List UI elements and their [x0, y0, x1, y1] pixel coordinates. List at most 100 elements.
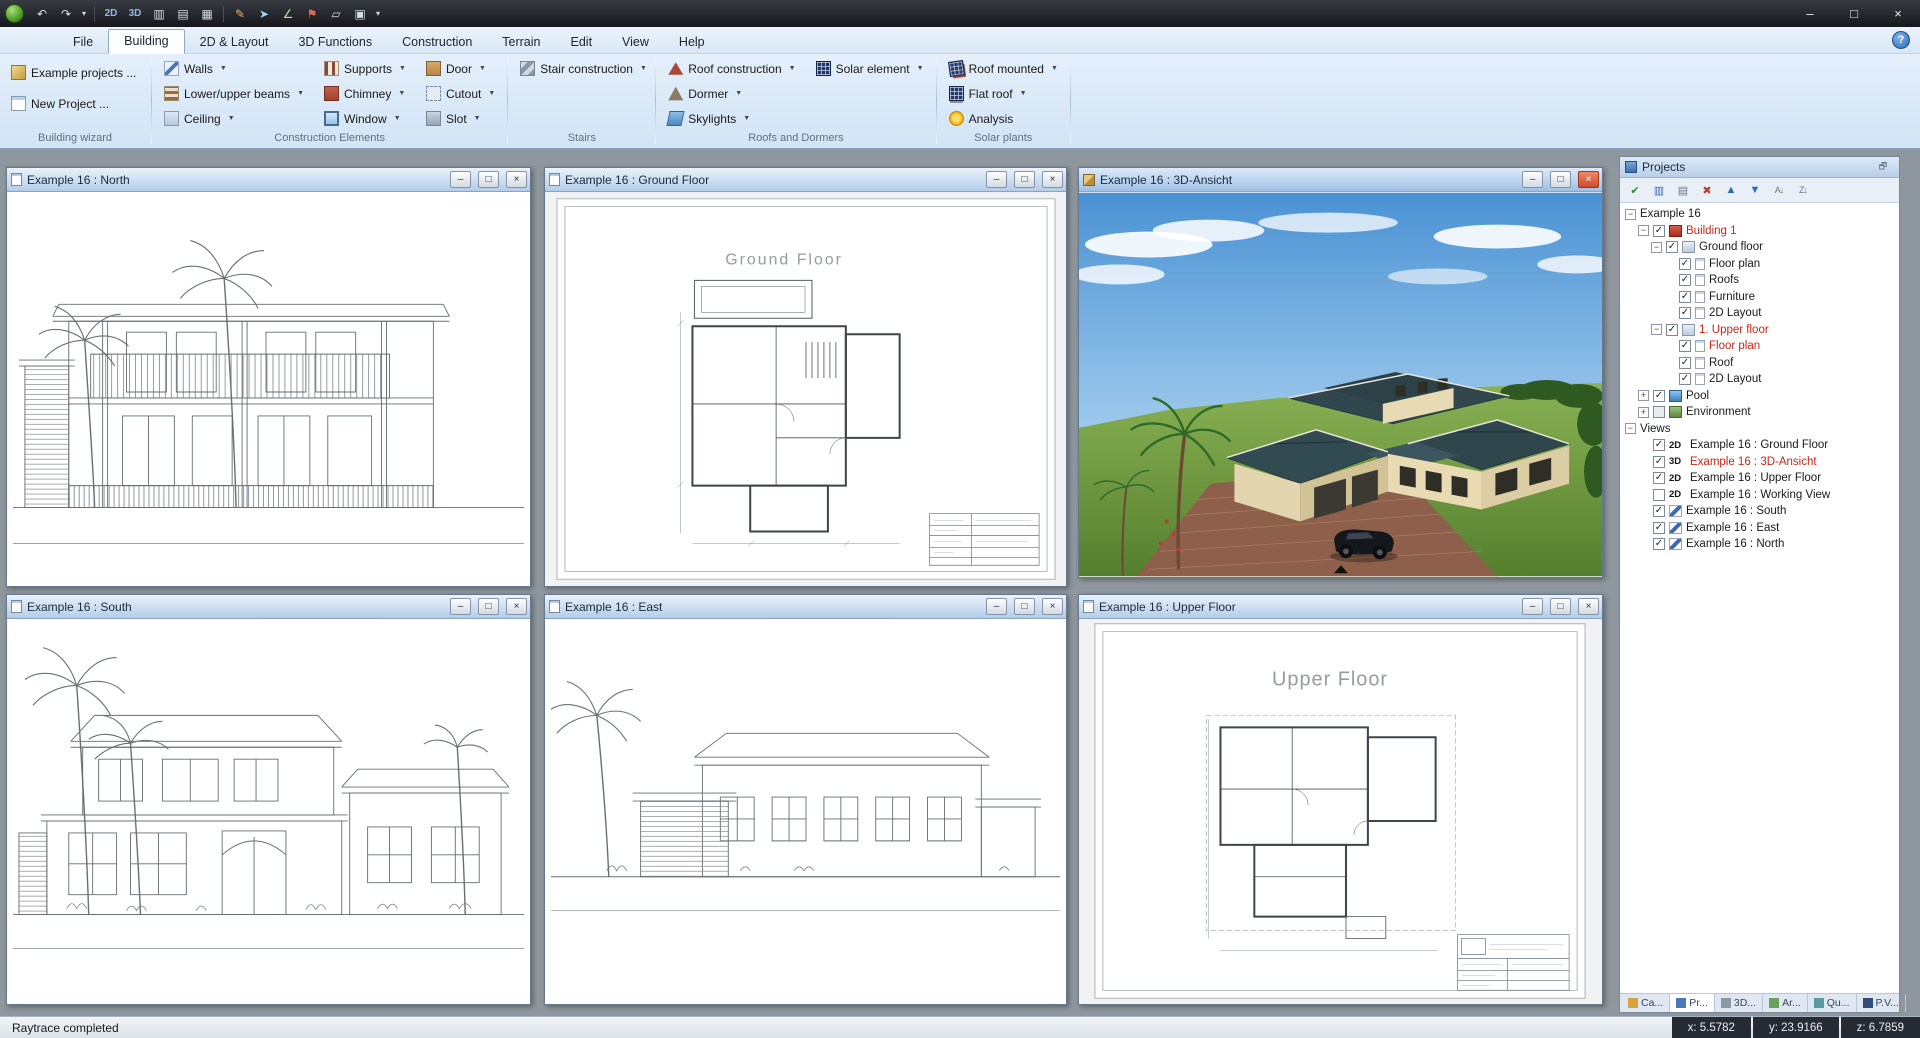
tile-vertical-icon[interactable]: ▤: [172, 3, 194, 24]
view-2d-icon[interactable]: 2D: [100, 3, 122, 24]
tab-3d-functions[interactable]: 3D Functions: [283, 31, 387, 54]
restore-button[interactable]: □: [1550, 598, 1571, 615]
restore-button[interactable]: □: [1550, 171, 1571, 188]
checkbox[interactable]: ✓: [1679, 274, 1691, 286]
collapse-icon[interactable]: −: [1638, 225, 1649, 236]
restore-button[interactable]: □: [1014, 598, 1035, 615]
tab-edit[interactable]: Edit: [556, 31, 608, 54]
tree-item-example16[interactable]: − Example 16: [1623, 206, 1899, 223]
restore-button[interactable]: □: [478, 598, 499, 615]
lower-upper-beams-button[interactable]: Lower/upper beams▼: [161, 83, 307, 104]
help-icon[interactable]: ?: [1892, 31, 1910, 49]
tab-construction[interactable]: Construction: [387, 31, 487, 54]
tab-3d[interactable]: 3D...: [1715, 994, 1763, 1012]
collapse-icon[interactable]: −: [1625, 209, 1636, 220]
checkbox[interactable]: ✓: [1653, 472, 1665, 484]
analysis-button[interactable]: Analysis: [946, 108, 1061, 129]
close-button[interactable]: ×: [1042, 171, 1063, 188]
tab-pv[interactable]: P.V...: [1857, 994, 1906, 1012]
checkbox[interactable]: ✓: [1679, 373, 1691, 385]
solar-element-button[interactable]: Solar element▼: [813, 58, 927, 79]
checkbox[interactable]: ✓: [1653, 505, 1665, 517]
minimize-button[interactable]: –: [1788, 0, 1832, 27]
close-button[interactable]: ×: [506, 598, 527, 615]
window-upper-floor-titlebar[interactable]: Example 16 : Upper Floor – □ ×: [1079, 595, 1602, 619]
close-button[interactable]: ×: [506, 171, 527, 188]
east-elevation-drawing[interactable]: [545, 619, 1066, 1004]
view-item-east[interactable]: ✓ Example 16 : East: [1623, 520, 1899, 537]
expand-icon[interactable]: +: [1638, 407, 1649, 418]
tab-help[interactable]: Help: [664, 31, 720, 54]
minimize-button[interactable]: –: [450, 171, 471, 188]
3d-viewport[interactable]: [1079, 192, 1602, 577]
projects-panel-header[interactable]: Projects 🗗: [1620, 157, 1899, 178]
maximize-button[interactable]: □: [1832, 0, 1876, 27]
tree-item-roof-upper[interactable]: ✓ Roof: [1623, 355, 1899, 372]
redo-icon[interactable]: ↷: [55, 3, 77, 24]
views-icon[interactable]: ▥: [1648, 180, 1670, 200]
pin-icon[interactable]: 🗗: [1872, 157, 1894, 177]
tree-item-upper-floor[interactable]: − ✓ 1. Upper floor: [1623, 322, 1899, 339]
tab-catalog[interactable]: Ca...: [1622, 994, 1670, 1012]
restore-button[interactable]: □: [478, 171, 499, 188]
tab-file[interactable]: File: [58, 31, 108, 54]
tree-item-building1[interactable]: − ✓ Building 1: [1623, 223, 1899, 240]
tree-item-floor-plan-upper[interactable]: ✓ Floor plan: [1623, 338, 1899, 355]
window-north-titlebar[interactable]: Example 16 : North – □ ×: [7, 168, 530, 192]
tree-item-2d-layout[interactable]: ✓ 2D Layout: [1623, 305, 1899, 322]
select-icon[interactable]: ➤: [253, 3, 275, 24]
folders-icon[interactable]: ▤: [1672, 180, 1694, 200]
window-south-titlebar[interactable]: Example 16 : South – □ ×: [7, 595, 530, 619]
roof-construction-button[interactable]: Roof construction▼: [665, 58, 798, 79]
view-item-working-view[interactable]: ✓ 2D Example 16 : Working View: [1623, 487, 1899, 504]
sort-desc-icon[interactable]: Z↓: [1792, 180, 1814, 200]
pen-icon[interactable]: ✎: [229, 3, 251, 24]
new-project-button[interactable]: New Project ...: [8, 93, 139, 114]
flag-icon[interactable]: ⚑: [301, 3, 323, 24]
minimize-button[interactable]: –: [450, 598, 471, 615]
restore-button[interactable]: □: [1014, 171, 1035, 188]
tree-item-roofs[interactable]: ✓ Roofs: [1623, 272, 1899, 289]
catalog-icon[interactable]: ▣: [349, 3, 371, 24]
checkbox[interactable]: ✓: [1653, 456, 1665, 468]
view-item-3d-ansicht[interactable]: ✓ 3D Example 16 : 3D-Ansicht: [1623, 454, 1899, 471]
flat-roof-button[interactable]: Flat roof▼: [946, 83, 1061, 104]
window-south[interactable]: Example 16 : South – □ ×: [6, 594, 531, 1005]
supports-button[interactable]: Supports▼: [321, 58, 409, 79]
tab-view[interactable]: View: [607, 31, 664, 54]
move-down-icon[interactable]: ▼: [1744, 180, 1766, 200]
apply-icon[interactable]: ✔: [1624, 180, 1646, 200]
dormer-button[interactable]: Dormer▼: [665, 83, 798, 104]
south-elevation-drawing[interactable]: [7, 619, 530, 1004]
view-item-ground-floor[interactable]: ✓ 2D Example 16 : Ground Floor: [1623, 437, 1899, 454]
checkbox[interactable]: ✓: [1679, 291, 1691, 303]
window-north[interactable]: Example 16 : North – □ ×: [6, 167, 531, 587]
checkbox[interactable]: ✓: [1653, 522, 1665, 534]
tab-projects[interactable]: Pr...: [1670, 994, 1715, 1012]
minimize-button[interactable]: –: [986, 598, 1007, 615]
tab-building[interactable]: Building: [108, 29, 184, 54]
view-item-upper-floor[interactable]: ✓ 2D Example 16 : Upper Floor: [1623, 470, 1899, 487]
collapse-icon[interactable]: −: [1651, 324, 1662, 335]
checkbox[interactable]: ✓: [1679, 340, 1691, 352]
checkbox[interactable]: ✓: [1666, 324, 1678, 336]
tab-quantities[interactable]: Qu...: [1808, 994, 1857, 1012]
tree-item-pool[interactable]: + ✓ Pool: [1623, 388, 1899, 405]
slot-button[interactable]: Slot▼: [423, 108, 498, 129]
checkbox[interactable]: ✓: [1653, 390, 1665, 402]
close-button[interactable]: ×: [1042, 598, 1063, 615]
close-button[interactable]: ×: [1876, 0, 1920, 27]
view-3d-icon[interactable]: 3D: [124, 3, 146, 24]
measure-icon[interactable]: ∠: [277, 3, 299, 24]
roof-mounted-button[interactable]: Roof mounted▼: [946, 58, 1061, 79]
stair-construction-button[interactable]: Stair construction▼: [517, 58, 650, 79]
tree-item-furniture[interactable]: ✓ Furniture: [1623, 289, 1899, 306]
checkbox[interactable]: ✓: [1666, 241, 1678, 253]
toolbar-options-icon[interactable]: ▾: [373, 3, 383, 24]
move-up-icon[interactable]: ▲: [1720, 180, 1742, 200]
undo-icon[interactable]: ↶: [31, 3, 53, 24]
tab-terrain[interactable]: Terrain: [487, 31, 555, 54]
checkbox[interactable]: ✓: [1653, 225, 1665, 237]
example-projects-button[interactable]: Example projects ...: [8, 62, 139, 83]
walls-button[interactable]: Walls▼: [161, 58, 307, 79]
